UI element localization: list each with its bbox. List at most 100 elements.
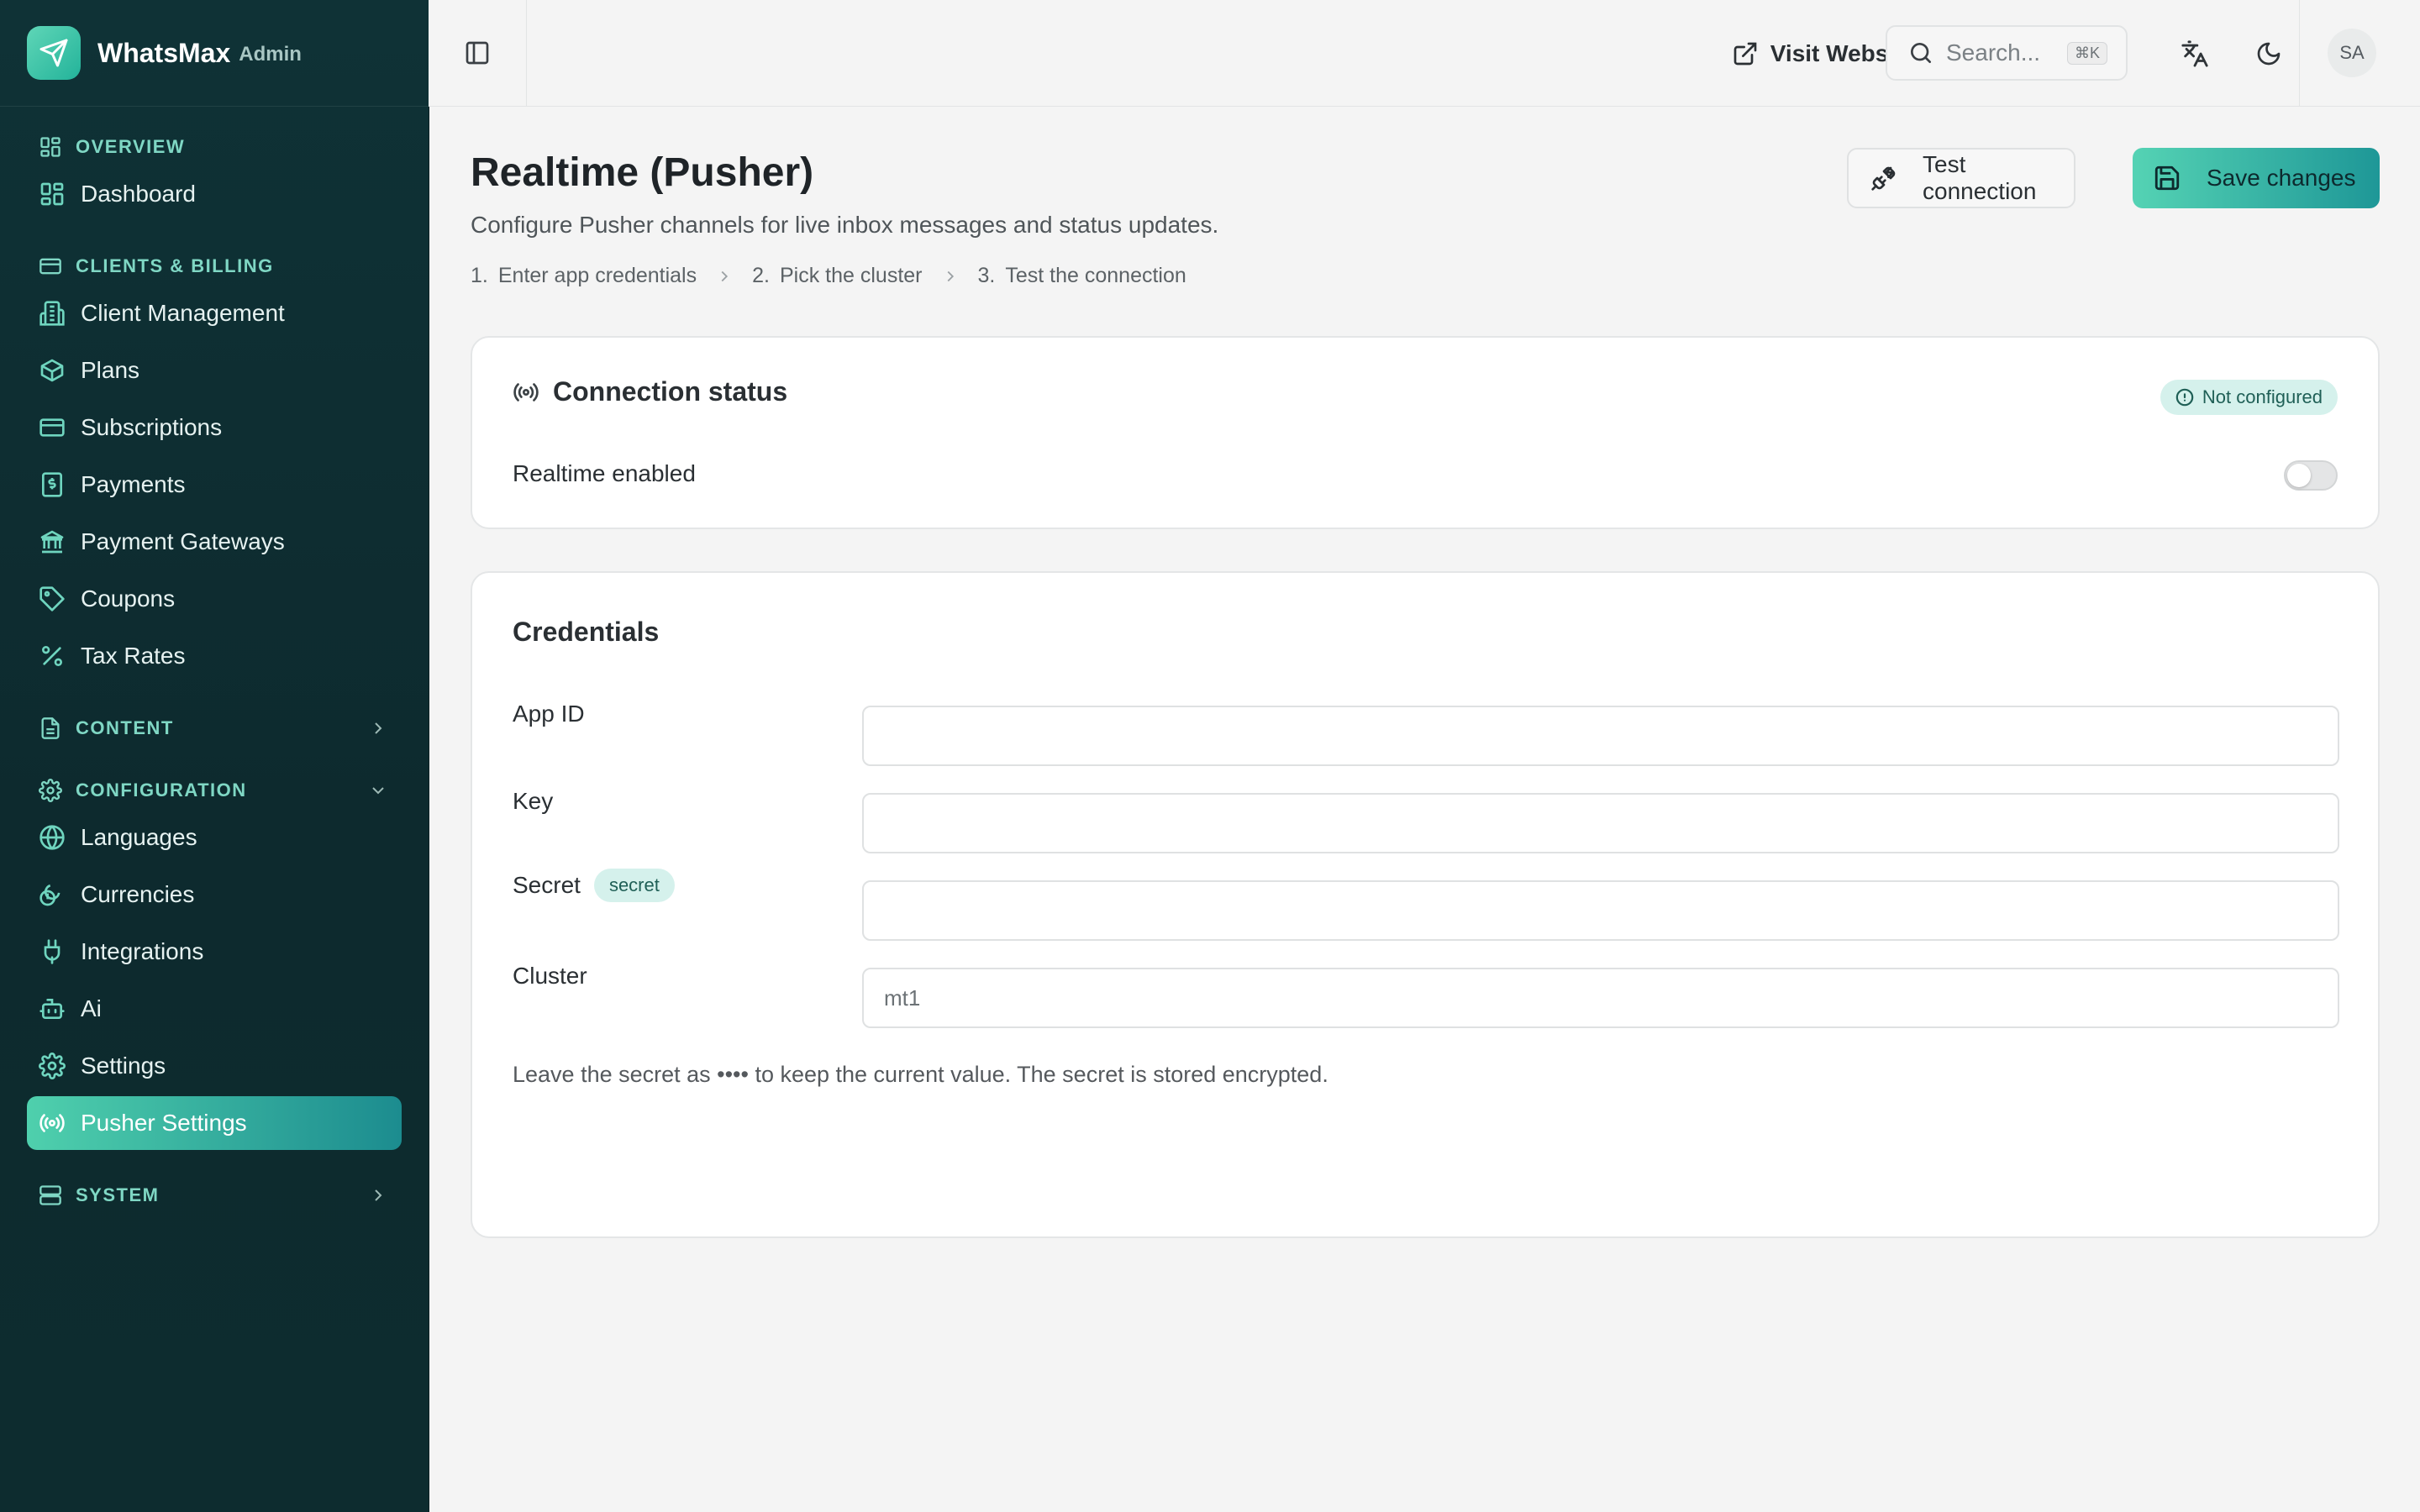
percent-icon — [39, 643, 66, 669]
dashboard-icon — [39, 181, 66, 207]
sidebar-item-currencies[interactable]: Currencies — [27, 868, 402, 921]
cluster-field[interactable]: mt1 — [862, 968, 2339, 1028]
sidebar-item-integrations[interactable]: Integrations — [27, 925, 402, 979]
sidebar-item-label: Client Management — [81, 300, 285, 326]
theme-toggle-button[interactable] — [2247, 32, 2291, 76]
step-number: 2. — [752, 264, 770, 287]
connection-status-card: Connection status Not configured Realtim… — [471, 336, 2380, 529]
chevron-right-icon — [941, 267, 960, 286]
page-title: Realtime (Pusher) — [471, 150, 814, 195]
topbar: Visit Website Search... ⌘K SA — [429, 0, 2420, 107]
step-1: 1. Enter app credentials — [471, 264, 697, 288]
status-badge: Not configured — [2160, 380, 2338, 415]
sidebar-item-label: Dashboard — [81, 181, 196, 207]
cluster-label: Cluster — [513, 963, 587, 989]
gear-icon — [39, 779, 62, 802]
card-title-label: Connection status — [553, 376, 788, 407]
package-icon — [39, 357, 66, 384]
section-content[interactable]: CONTENT — [27, 711, 402, 745]
sidebar-item-label: Plans — [81, 357, 140, 383]
sidebar-item-pusher-settings[interactable]: Pusher Settings — [27, 1096, 402, 1150]
save-changes-button[interactable]: Save changes — [2133, 148, 2380, 208]
page-subtitle: Configure Pusher channels for live inbox… — [471, 212, 1219, 238]
radio-icon — [513, 379, 539, 406]
sidebar-item-label: Tax Rates — [81, 643, 186, 669]
bank-icon — [39, 528, 66, 555]
sidebar-item-subscriptions[interactable]: Subscriptions — [27, 401, 402, 454]
sidebar-item-payment-gateways[interactable]: Payment Gateways — [27, 515, 402, 569]
building-icon — [39, 300, 66, 327]
brand-sub: Admin — [239, 43, 302, 66]
toggle-knob — [2287, 464, 2311, 487]
key-label: Key — [513, 788, 554, 814]
step-number: 3. — [977, 264, 996, 287]
section-configuration[interactable]: CONFIGURATION — [27, 774, 402, 807]
credentials-card: Credentials App ID Key Secret secret Clu… — [471, 571, 2380, 1238]
radio-icon — [39, 1110, 66, 1137]
save-changes-label: Save changes — [2207, 165, 2356, 191]
search-placeholder: Search... — [1946, 39, 2041, 66]
chevron-right-icon — [715, 267, 734, 286]
section-label: SYSTEM — [76, 1184, 160, 1205]
sidebar-item-label: Pusher Settings — [81, 1110, 247, 1136]
section-label: CONTENT — [76, 717, 174, 738]
brand[interactable]: WhatsMax Admin — [0, 0, 429, 107]
key-field[interactable] — [862, 793, 2339, 853]
step-label: Test the connection — [1005, 264, 1186, 287]
credit-card-icon — [39, 255, 62, 278]
moon-icon — [2255, 40, 2282, 67]
sidebar-item-ai[interactable]: Ai — [27, 982, 402, 1036]
sidebar-nav: OVERVIEW Dashboard CLIENTS & BILLING Cli… — [0, 107, 429, 1226]
setup-steps: 1. Enter app credentials 2. Pick the clust… — [471, 264, 1186, 288]
secret-field[interactable] — [862, 880, 2339, 941]
language-button[interactable] — [2173, 32, 2217, 76]
tag-icon — [39, 585, 66, 612]
step-2: 2. Pick the cluster — [752, 264, 922, 288]
coins-icon — [39, 881, 66, 908]
search-shortcut: ⌘K — [2066, 41, 2107, 65]
step-label: Enter app credentials — [497, 264, 697, 287]
sidebar-item-label: Coupons — [81, 585, 176, 612]
file-text-icon — [39, 717, 62, 740]
credit-card-icon — [39, 414, 66, 441]
card-title: Credentials — [513, 617, 660, 647]
sidebar-item-settings[interactable]: Settings — [27, 1039, 402, 1093]
sidebar-item-languages[interactable]: Languages — [27, 811, 402, 864]
globe-icon — [39, 824, 66, 851]
search-input[interactable]: Search... ⌘K — [1886, 25, 2128, 81]
save-icon — [2153, 164, 2181, 192]
external-link-icon — [1732, 40, 1759, 67]
sidebar-item-client-management[interactable]: Client Management — [27, 286, 402, 340]
section-clients-billing: CLIENTS & BILLING — [27, 249, 402, 283]
status-badge-label: Not configured — [2202, 386, 2323, 407]
avatar[interactable]: SA — [2328, 29, 2376, 77]
realtime-enabled-toggle[interactable] — [2284, 460, 2338, 491]
realtime-enabled-label: Realtime enabled — [513, 460, 696, 486]
app-id-field[interactable] — [862, 706, 2339, 766]
section-system[interactable]: SYSTEM — [27, 1179, 402, 1212]
server-icon — [39, 1184, 62, 1207]
sidebar-item-label: Subscriptions — [81, 414, 223, 440]
sidebar: WhatsMax Admin OVERVIEW Dashboard CLIENT… — [0, 0, 429, 1512]
step-label: Pick the cluster — [779, 264, 923, 287]
secret-label-row: Secret secret — [513, 869, 675, 902]
search-icon — [1907, 39, 1934, 66]
sidebar-item-tax-rates[interactable]: Tax Rates — [27, 629, 402, 683]
sidebar-item-label: Payments — [81, 471, 186, 497]
app-id-label: App ID — [513, 701, 585, 727]
test-connection-button[interactable]: Test connection — [1847, 148, 2075, 208]
secret-tag: secret — [593, 869, 675, 902]
secret-label: Secret — [513, 872, 581, 898]
section-label: CLIENTS & BILLING — [76, 255, 274, 276]
sidebar-toggle-button[interactable] — [429, 0, 527, 106]
sidebar-item-plans[interactable]: Plans — [27, 344, 402, 397]
info-icon — [2175, 388, 2194, 407]
sidebar-item-coupons[interactable]: Coupons — [27, 572, 402, 626]
sidebar-item-payments[interactable]: Payments — [27, 458, 402, 512]
step-3: 3. Test the connection — [978, 264, 1186, 288]
section-overview: OVERVIEW — [27, 130, 402, 164]
sidebar-item-dashboard[interactable]: Dashboard — [27, 167, 402, 221]
brand-name: WhatsMax — [97, 37, 231, 68]
plug-icon — [39, 938, 66, 965]
receipt-icon — [39, 471, 66, 498]
